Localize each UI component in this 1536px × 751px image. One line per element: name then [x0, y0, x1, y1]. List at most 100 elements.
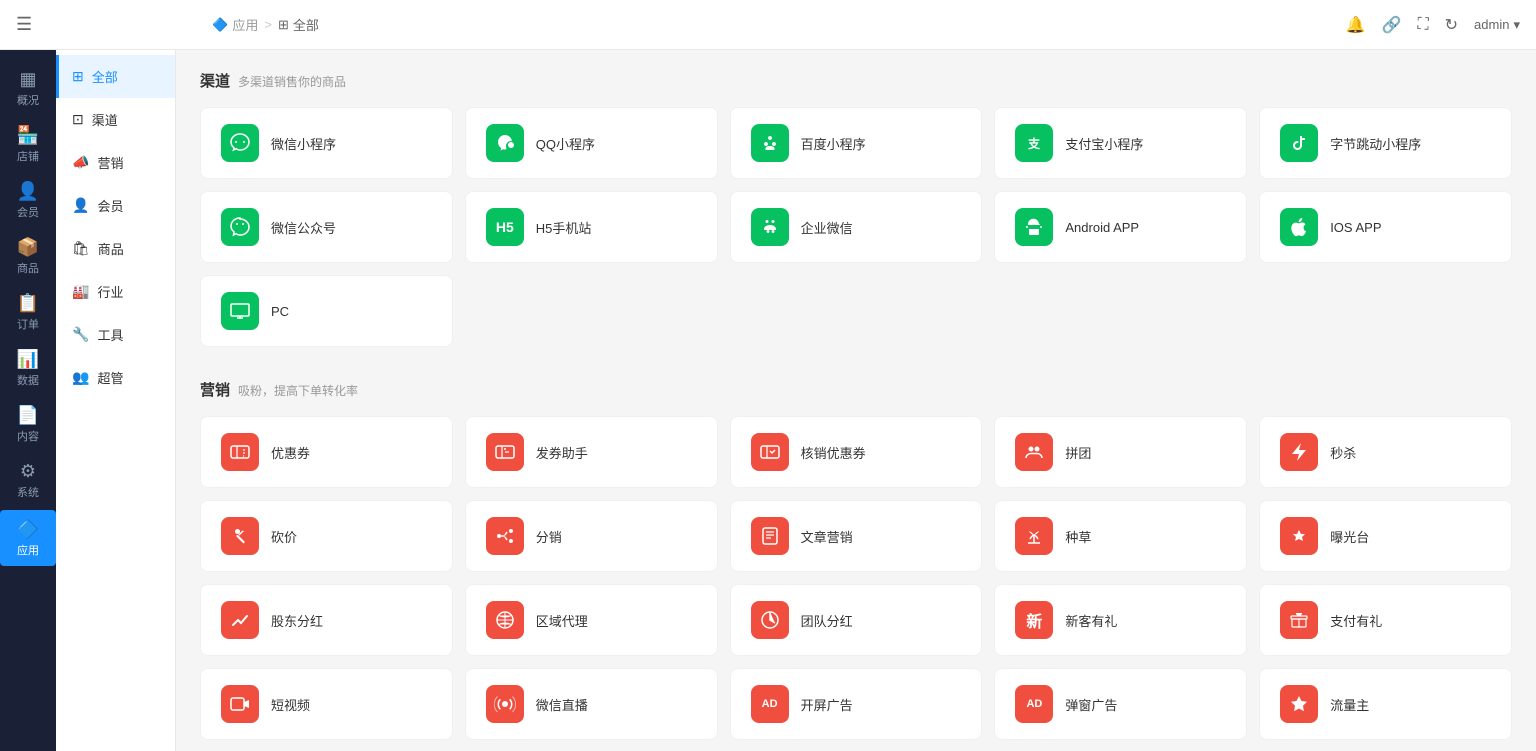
- app-card-team-dividend[interactable]: 团队分红: [730, 584, 983, 656]
- distribution-name: 分销: [536, 527, 562, 546]
- bell-icon[interactable]: 🔔: [1346, 15, 1366, 35]
- main-content: 渠道 多渠道销售你的商品 微信小程序 QQ小程序: [176, 50, 1536, 751]
- fullscreen-icon[interactable]: ⛶: [1417, 16, 1428, 34]
- enterprise-wechat-name: 企业微信: [801, 218, 853, 237]
- content-icon: 📄: [17, 405, 39, 426]
- app-card-region-agent[interactable]: 区域代理: [465, 584, 718, 656]
- open-ad-name: 开屏广告: [801, 695, 853, 714]
- channel-section-title: 渠道: [200, 70, 230, 91]
- sidebar-item-app[interactable]: 🔷 应用: [0, 510, 56, 566]
- app-card-shareholder[interactable]: 股东分红: [200, 584, 453, 656]
- sub-sidebar-item-all[interactable]: ⊞ 全部: [56, 55, 175, 98]
- group-name: 拼团: [1065, 443, 1091, 462]
- pay-gift-name: 支付有礼: [1330, 611, 1382, 630]
- sub-sidebar-item-member[interactable]: 👤 会员: [56, 184, 175, 227]
- flash-sale-icon: [1280, 433, 1318, 471]
- svg-text:支: 支: [1027, 136, 1041, 151]
- traffic-owner-name: 流量主: [1330, 695, 1369, 714]
- sidebar-item-data[interactable]: 📊 数据: [0, 340, 56, 396]
- app-card-exposure[interactable]: 曝光台: [1259, 500, 1512, 572]
- app-card-ios-app[interactable]: IOS APP: [1259, 191, 1512, 263]
- app-card-verify-coupon[interactable]: 核销优惠券: [730, 416, 983, 488]
- app-icon: 🔷: [17, 519, 39, 540]
- app-card-h5[interactable]: H5 H5手机站: [465, 191, 718, 263]
- shareholder-icon: [221, 601, 259, 639]
- breadcrumb-separator: >: [264, 17, 272, 32]
- app-card-article-marketing[interactable]: 文章营销: [730, 500, 983, 572]
- coupon-helper-name: 发券助手: [536, 443, 588, 462]
- app-card-flash-sale[interactable]: 秒杀: [1259, 416, 1512, 488]
- popup-ad-icon: AD: [1015, 685, 1053, 723]
- main-wrap: 渠道 多渠道销售你的商品 微信小程序 QQ小程序: [176, 50, 1536, 751]
- sub-sidebar-item-marketing[interactable]: 📣 营销: [56, 141, 175, 184]
- sidebar: 大鹏 ▦ 概况 🏪 店铺 👤 会员 📦 商品 📋 订单 📊 数据 �: [0, 0, 56, 751]
- product-nav-icon: 🛍: [72, 240, 90, 257]
- superadmin-nav-icon: 👥: [72, 369, 89, 386]
- sidebar-item-system[interactable]: ⚙ 系统: [0, 452, 56, 508]
- wechat-oa-icon: [221, 208, 259, 246]
- sidebar-item-content[interactable]: 📄 内容: [0, 396, 56, 452]
- sidebar-item-store[interactable]: 🏪 店铺: [0, 116, 56, 172]
- app-card-bargain[interactable]: 砍价: [200, 500, 453, 572]
- app-card-wechat-live[interactable]: 微信直播: [465, 668, 718, 740]
- bytedance-mini-name: 字节跳动小程序: [1330, 134, 1421, 153]
- header-right: 🔔 🔗 ⛶ ↻ admin ▾: [1346, 15, 1520, 35]
- app-card-qq-mini[interactable]: QQ小程序: [465, 107, 718, 179]
- android-app-icon: [1015, 208, 1053, 246]
- short-video-icon: [221, 685, 259, 723]
- member-icon: 👤: [17, 181, 39, 202]
- app-card-android-app[interactable]: Android APP: [994, 191, 1247, 263]
- app-card-new-customer[interactable]: 新 新客有礼: [994, 584, 1247, 656]
- sidebar-item-order[interactable]: 📋 订单: [0, 284, 56, 340]
- channel-section: 渠道 多渠道销售你的商品 微信小程序 QQ小程序: [200, 70, 1512, 347]
- app-card-enterprise-wechat[interactable]: 企业微信: [730, 191, 983, 263]
- wechat-oa-name: 微信公众号: [271, 218, 336, 237]
- wechat-live-name: 微信直播: [536, 695, 588, 714]
- app-card-open-ad[interactable]: AD 开屏广告: [730, 668, 983, 740]
- app-card-wechat-oa[interactable]: 微信公众号: [200, 191, 453, 263]
- traffic-owner-icon: [1280, 685, 1318, 723]
- app-card-baidu-mini[interactable]: 百度小程序: [730, 107, 983, 179]
- grow-icon: [1015, 517, 1053, 555]
- breadcrumb: 🔷 应用 > ⊞ 全部: [212, 15, 319, 34]
- app-card-coupon-helper[interactable]: 发券助手: [465, 416, 718, 488]
- sub-sidebar-item-channel[interactable]: ⊡ 渠道: [56, 98, 175, 141]
- sub-sidebar-item-industry[interactable]: 🏭 行业: [56, 270, 175, 313]
- pc-name: PC: [271, 304, 289, 319]
- link-icon[interactable]: 🔗: [1382, 15, 1402, 35]
- app-card-distribution[interactable]: 分销: [465, 500, 718, 572]
- sidebar-item-overview[interactable]: ▦ 概况: [0, 60, 56, 116]
- all-nav-icon: ⊞: [72, 68, 84, 85]
- enterprise-wechat-icon: [751, 208, 789, 246]
- app-card-alipay-mini[interactable]: 支 支付宝小程序: [994, 107, 1247, 179]
- app-card-grow[interactable]: 种草: [994, 500, 1247, 572]
- app-card-bytedance-mini[interactable]: 字节跳动小程序: [1259, 107, 1512, 179]
- sub-sidebar-item-tool[interactable]: 🔧 工具: [56, 313, 175, 356]
- admin-dropdown[interactable]: admin ▾: [1474, 17, 1520, 33]
- channel-section-header: 渠道 多渠道销售你的商品: [200, 70, 1512, 91]
- sub-sidebar-item-product[interactable]: 🛍 商品: [56, 227, 175, 270]
- refresh-icon[interactable]: ↻: [1445, 15, 1458, 35]
- app-card-wechat-mini[interactable]: 微信小程序: [200, 107, 453, 179]
- bargain-name: 砍价: [271, 527, 297, 546]
- industry-nav-icon: 🏭: [72, 283, 89, 300]
- coupon-helper-icon: [486, 433, 524, 471]
- new-customer-name: 新客有礼: [1065, 611, 1117, 630]
- app-card-pc[interactable]: PC: [200, 275, 453, 347]
- alipay-mini-name: 支付宝小程序: [1065, 134, 1143, 153]
- app-card-coupon[interactable]: 优惠券: [200, 416, 453, 488]
- app-card-popup-ad[interactable]: AD 弹窗广告: [994, 668, 1247, 740]
- h5-name: H5手机站: [536, 218, 592, 237]
- order-icon: 📋: [17, 293, 39, 314]
- app-card-pay-gift[interactable]: 支付有礼: [1259, 584, 1512, 656]
- channel-nav-icon: ⊡: [72, 111, 84, 128]
- sub-sidebar-item-superadmin[interactable]: 👥 超管: [56, 356, 175, 399]
- marketing-nav-icon: 📣: [72, 154, 89, 171]
- app-card-short-video[interactable]: 短视频: [200, 668, 453, 740]
- menu-icon[interactable]: ☰: [16, 14, 32, 35]
- article-marketing-icon: [751, 517, 789, 555]
- app-card-traffic-owner[interactable]: 流量主: [1259, 668, 1512, 740]
- sidebar-item-member[interactable]: 👤 会员: [0, 172, 56, 228]
- sidebar-item-product[interactable]: 📦 商品: [0, 228, 56, 284]
- app-card-group[interactable]: 拼团: [994, 416, 1247, 488]
